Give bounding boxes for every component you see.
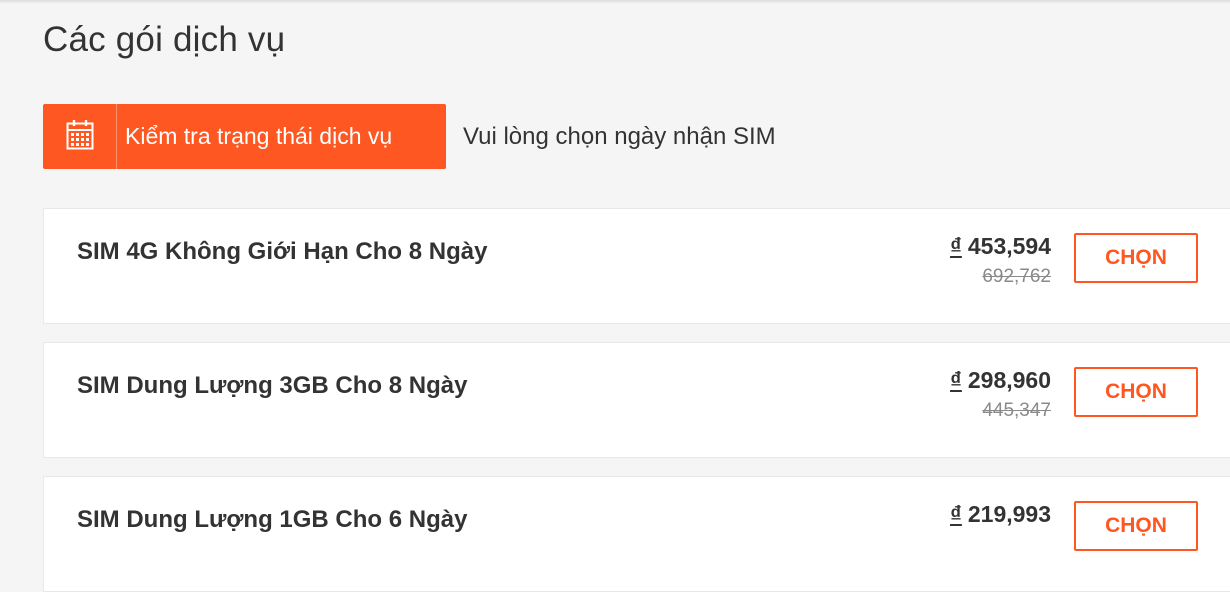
currency-symbol: ₫ [950, 501, 962, 527]
package-name: SIM 4G Không Giới Hạn Cho 8 Ngày [77, 238, 488, 265]
top-shadow [0, 0, 1230, 4]
date-hint: Vui lòng chọn ngày nhận SIM [463, 122, 776, 150]
status-row: Kiểm tra trạng thái dịch vụ Vui lòng chọ… [43, 104, 776, 169]
check-service-status-label: Kiểm tra trạng thái dịch vụ [125, 123, 393, 149]
price-block: ₫ 453,594 692,762 [950, 233, 1051, 288]
select-package-button[interactable]: CHỌN [1074, 501, 1198, 551]
currency-symbol: ₫ [950, 233, 962, 259]
page-title: Các gói dịch vụ [43, 20, 286, 59]
price-block: ₫ 219,993 [950, 501, 1051, 528]
check-service-status-button[interactable]: Kiểm tra trạng thái dịch vụ [43, 104, 446, 169]
package-card: SIM Dung Lượng 3GB Cho 8 Ngày ₫ 298,960 4… [43, 342, 1230, 458]
price-block: ₫ 298,960 445,347 [950, 367, 1051, 422]
select-package-button[interactable]: CHỌN [1074, 367, 1198, 417]
price-value: 298,960 [967, 367, 1051, 393]
calendar-icon [43, 104, 117, 169]
price-value: 453,594 [967, 233, 1051, 259]
currency-symbol: ₫ [950, 367, 962, 393]
original-price: 692,762 [982, 266, 1051, 287]
original-price: 445,347 [982, 400, 1051, 421]
package-name: SIM Dung Lượng 3GB Cho 8 Ngày [77, 372, 468, 399]
package-price: ₫ 298,960 [950, 367, 1051, 394]
package-price: ₫ 453,594 [950, 233, 1051, 260]
package-card: SIM 4G Không Giới Hạn Cho 8 Ngày ₫ 453,59… [43, 208, 1230, 324]
select-package-button[interactable]: CHỌN [1074, 233, 1198, 283]
package-name: SIM Dung Lượng 1GB Cho 6 Ngày [77, 506, 468, 533]
package-price: ₫ 219,993 [950, 501, 1051, 528]
price-value: 219,993 [967, 501, 1051, 527]
